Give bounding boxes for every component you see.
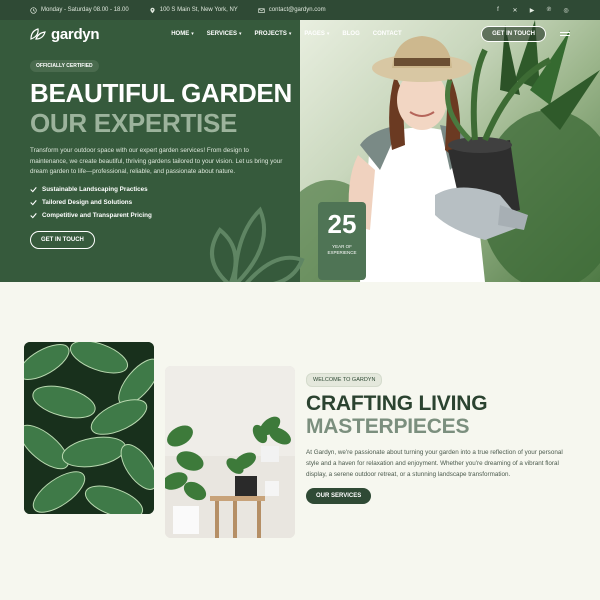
our-services-button[interactable]: OUR SERVICES: [306, 488, 372, 504]
leaf-outline-decoration: [210, 206, 305, 282]
plants-photo: [165, 366, 295, 538]
x-icon[interactable]: ✕: [511, 6, 519, 14]
hours-text: Monday - Saturday 08.00 - 18.00: [41, 7, 129, 13]
certified-badge: OFFICIALLY CERTIFIED: [30, 60, 99, 72]
chevron-down-icon: ▾: [191, 31, 194, 37]
hero-title-line2: OUR EXPERTISE: [30, 108, 238, 138]
logo-text: gardyn: [51, 25, 100, 43]
site-logo[interactable]: gardyn: [30, 25, 100, 43]
email-info[interactable]: contact@gardyn.com: [258, 7, 326, 14]
about-title-line2: MASTERPIECES: [306, 415, 470, 438]
youtube-icon[interactable]: ▶: [528, 6, 536, 14]
pinterest-icon[interactable]: ℗: [545, 6, 553, 14]
chevron-down-icon: ▾: [238, 31, 242, 37]
leaves-photo: [24, 342, 154, 514]
welcome-tag: WELCOME TO GARDYN: [306, 373, 383, 387]
get-in-touch-nav-button[interactable]: GET IN TOUCH: [481, 26, 546, 42]
nav-item-projects[interactable]: PROJECTS ▾: [254, 31, 291, 37]
facebook-icon[interactable]: f: [494, 6, 502, 14]
calathea-leaves-image: [24, 342, 154, 514]
main-navigation: gardyn HOME ▾ SERVICES ▾ PROJECTS ▾ PAGES ▾ …: [0, 20, 600, 48]
hero-get-in-touch-button[interactable]: GET IN TOUCH: [30, 231, 95, 249]
nav-item-pages[interactable]: PAGES ▾: [304, 31, 329, 37]
about-section: WELCOME TO GARDYN CRAFTING LIVING MASTER…: [0, 282, 600, 600]
address-text: 100 S Main St, New York, NY: [159, 7, 238, 13]
hamburger-menu-icon[interactable]: [560, 32, 570, 36]
instagram-icon[interactable]: ◎: [562, 6, 570, 14]
experience-badge: 25 YEAR OF EXPERIENCE: [318, 202, 366, 280]
chevron-down-icon: ▾: [288, 31, 292, 37]
experience-number: 25: [327, 209, 357, 239]
about-description: At Gardyn, we're passionate about turnin…: [306, 449, 563, 478]
feature-item: Sustainable Landscaping Practices: [30, 186, 148, 193]
top-info-bar: Monday - Saturday 08.00 - 18.00 100 S Ma…: [0, 0, 600, 20]
check-icon: [30, 187, 37, 193]
nav-item-services[interactable]: SERVICES ▾: [207, 31, 242, 37]
email-link[interactable]: contact@gardyn.com: [269, 7, 326, 13]
experience-label: YEAR OF EXPERIENCE: [327, 244, 357, 255]
clock-icon: [30, 6, 37, 14]
hours-info: Monday - Saturday 08.00 - 18.00: [30, 6, 129, 14]
feature-item: Tailored Design and Solutions: [30, 199, 132, 206]
location-pin-icon: [150, 7, 155, 13]
mail-icon: [258, 7, 265, 13]
potted-plants-image: [165, 366, 295, 538]
check-icon: [30, 200, 37, 206]
leaf-logo-icon: [30, 28, 46, 40]
hero-title-line1: BEAUTIFUL GARDEN: [30, 78, 292, 108]
feature-item: Competitive and Transparent Pricing: [30, 212, 152, 219]
about-title-line1: CRAFTING LIVING: [306, 392, 488, 415]
social-links: f ✕ ▶ ℗ ◎: [494, 6, 570, 14]
address-info: 100 S Main St, New York, NY: [149, 7, 238, 14]
nav-item-blog[interactable]: BLOG: [342, 31, 359, 37]
chevron-down-icon: ▾: [326, 31, 330, 37]
nav-item-home[interactable]: HOME ▾: [171, 31, 194, 37]
nav-item-contact[interactable]: CONTACT: [373, 31, 402, 37]
nav-menu: HOME ▾ SERVICES ▾ PROJECTS ▾ PAGES ▾ BLOG CO…: [171, 31, 401, 37]
hero-description: Transform your outdoor space with our ex…: [30, 147, 283, 175]
check-icon: [30, 213, 37, 219]
